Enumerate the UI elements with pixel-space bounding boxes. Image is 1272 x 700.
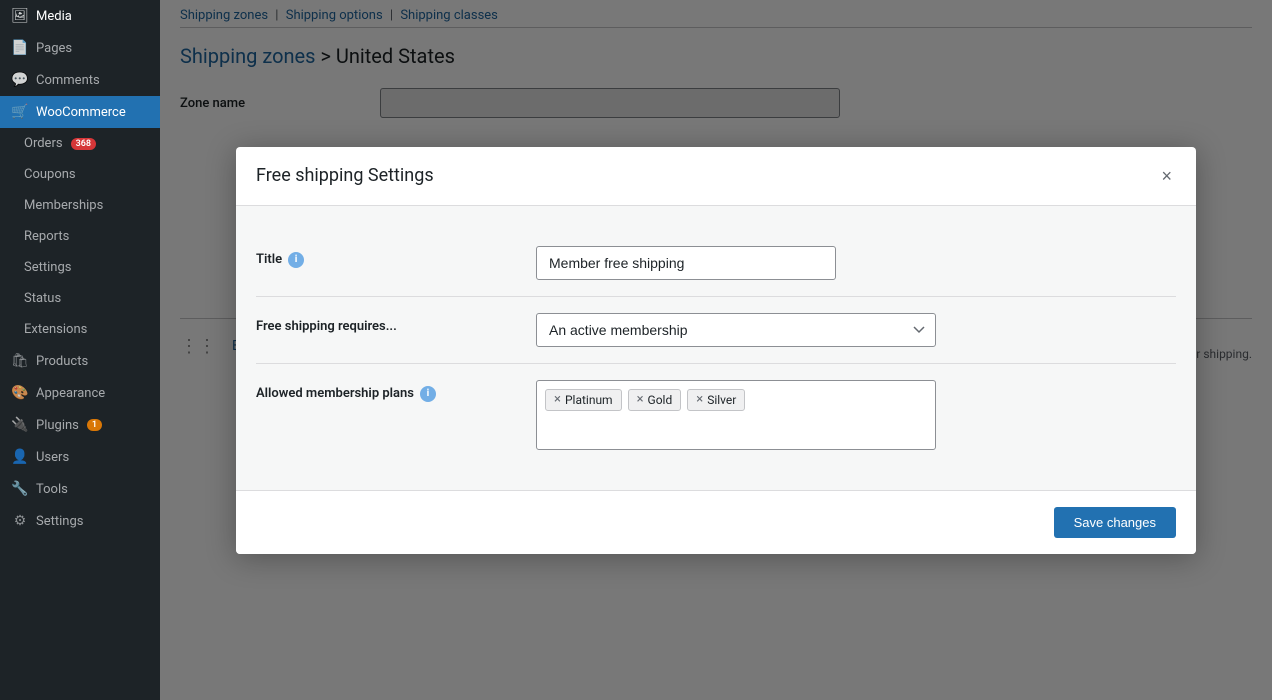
sidebar-item-pages[interactable]: 📄 Pages <box>0 32 160 64</box>
free-shipping-modal: Free shipping Settings × Title i <box>236 147 1196 554</box>
tag-silver-remove[interactable]: × <box>696 393 703 406</box>
sidebar-item-media[interactable]: 🖼 Media <box>0 0 160 32</box>
main-content: Shipping zones | Shipping options | Ship… <box>160 0 1272 700</box>
requires-field: An active membership A valid coupon A mi… <box>536 313 1176 347</box>
tag-gold-remove[interactable]: × <box>637 393 644 406</box>
sidebar-item-memberships[interactable]: Memberships <box>0 190 160 221</box>
modal-header: Free shipping Settings × <box>236 147 1196 206</box>
save-changes-button[interactable]: Save changes <box>1054 507 1176 538</box>
sidebar-item-woocommerce[interactable]: 🛒 WooCommerce <box>0 96 160 128</box>
title-row: Title i <box>256 230 1176 297</box>
plans-row: Allowed membership plans i × Platinum × … <box>256 364 1176 466</box>
modal-title: Free shipping Settings <box>256 165 434 186</box>
title-field <box>536 246 1176 280</box>
modal-close-button[interactable]: × <box>1157 163 1176 189</box>
modal-overlay[interactable]: Free shipping Settings × Title i <box>160 0 1272 700</box>
sidebar: 🖼 Media 📄 Pages 💬 Comments 🛒 WooCommerce… <box>0 0 160 700</box>
sidebar-item-products[interactable]: 🛍 Products <box>0 345 160 377</box>
plugins-icon: 🔌 <box>12 417 28 433</box>
sidebar-item-plugins[interactable]: 🔌 Plugins 1 <box>0 409 160 441</box>
pages-icon: 📄 <box>12 40 28 56</box>
sidebar-item-settings2[interactable]: ⚙ Settings <box>0 505 160 537</box>
plans-field: × Platinum × Gold × Silver <box>536 380 1176 450</box>
title-label: Title i <box>256 246 536 268</box>
title-input[interactable] <box>536 246 836 280</box>
tools-icon: 🔧 <box>12 481 28 497</box>
woocommerce-icon: 🛒 <box>12 104 28 120</box>
modal-footer: Save changes <box>236 490 1196 554</box>
sidebar-item-appearance[interactable]: 🎨 Appearance <box>0 377 160 409</box>
sidebar-item-users[interactable]: 👤 Users <box>0 441 160 473</box>
sidebar-item-comments[interactable]: 💬 Comments <box>0 64 160 96</box>
comments-icon: 💬 <box>12 72 28 88</box>
requires-select[interactable]: An active membership A valid coupon A mi… <box>536 313 936 347</box>
sidebar-item-coupons[interactable]: Coupons <box>0 159 160 190</box>
tag-silver: × Silver <box>687 389 745 411</box>
tag-platinum: × Platinum <box>545 389 622 411</box>
sidebar-item-status[interactable]: Status <box>0 283 160 314</box>
products-icon: 🛍 <box>12 353 28 369</box>
plans-label: Allowed membership plans i <box>256 380 536 402</box>
title-info-icon[interactable]: i <box>288 252 304 268</box>
requires-label: Free shipping requires... <box>256 313 536 334</box>
plugins-badge: 1 <box>87 419 102 431</box>
modal-body: Title i Free shipping requires... An act… <box>236 206 1196 490</box>
users-icon: 👤 <box>12 449 28 465</box>
settings-icon: ⚙ <box>12 513 28 529</box>
appearance-icon: 🎨 <box>12 385 28 401</box>
sidebar-item-tools[interactable]: 🔧 Tools <box>0 473 160 505</box>
sidebar-item-extensions[interactable]: Extensions <box>0 314 160 345</box>
tags-container[interactable]: × Platinum × Gold × Silver <box>536 380 936 450</box>
tag-gold: × Gold <box>628 389 682 411</box>
tag-platinum-remove[interactable]: × <box>554 393 561 406</box>
plans-info-icon[interactable]: i <box>420 386 436 402</box>
sidebar-item-orders[interactable]: Orders 368 <box>0 128 160 159</box>
media-icon: 🖼 <box>12 8 28 24</box>
sidebar-item-reports[interactable]: Reports <box>0 221 160 252</box>
requires-row: Free shipping requires... An active memb… <box>256 297 1176 364</box>
sidebar-item-settings[interactable]: Settings <box>0 252 160 283</box>
orders-badge: 368 <box>71 138 96 150</box>
